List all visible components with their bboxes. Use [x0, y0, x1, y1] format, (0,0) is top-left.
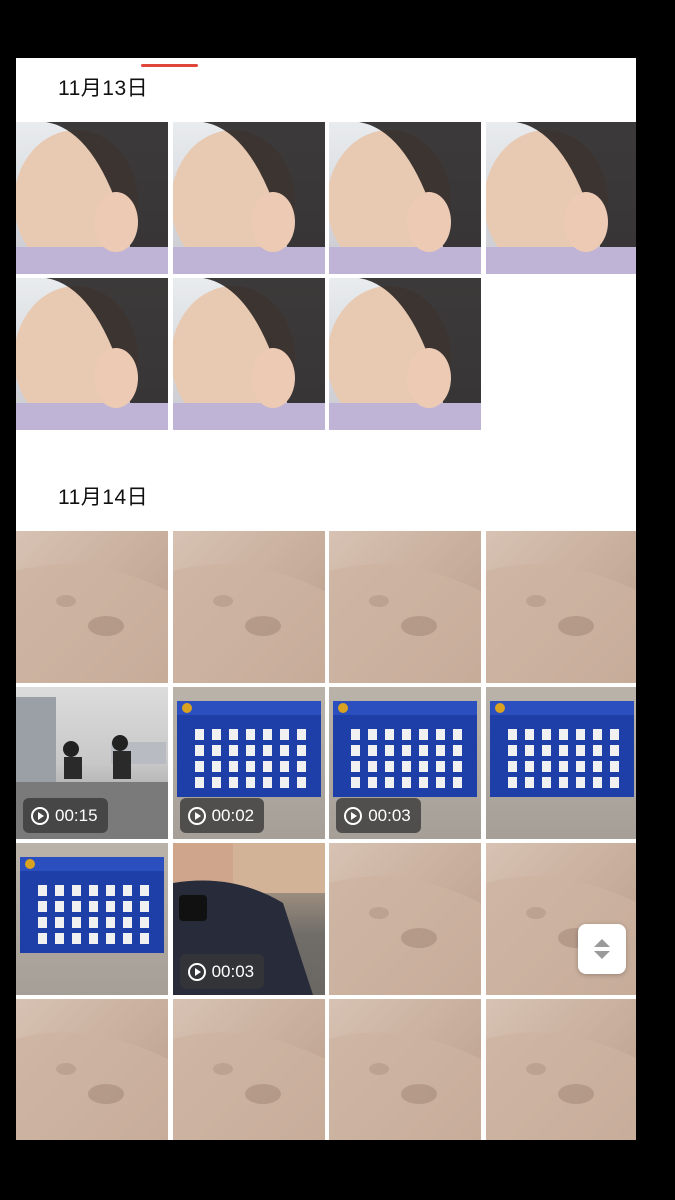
photo-thumbnail[interactable] — [16, 122, 168, 274]
photo-grid-nov-13 — [16, 122, 636, 430]
photo-thumbnail[interactable] — [329, 278, 482, 430]
photo-thumbnail[interactable] — [329, 122, 482, 274]
photo-thumbnail[interactable] — [329, 531, 482, 683]
photo-thumbnail[interactable] — [329, 843, 482, 995]
video-thumbnail[interactable]: 00:02 — [172, 687, 325, 839]
board-thumbnail-art — [489, 701, 634, 797]
selfie-thumbnail-art — [329, 278, 482, 430]
video-duration-text: 00:15 — [55, 805, 98, 825]
selfie-thumbnail-art — [329, 122, 482, 274]
skin-thumbnail-art — [16, 564, 168, 683]
date-header-nov-14: 11月14日 — [58, 486, 149, 509]
photo-thumbnail[interactable] — [16, 843, 168, 995]
gallery-screen: 11月13日 11月14日 00:15 00:02 00:03 00:03 — [16, 58, 636, 1140]
skin-thumbnail-art — [329, 564, 482, 683]
photo-thumbnail[interactable] — [329, 999, 482, 1140]
selfie-thumbnail-art — [172, 278, 325, 430]
video-duration-badge: 00:03 — [179, 954, 265, 989]
photo-thumbnail[interactable] — [172, 122, 325, 274]
selfie-thumbnail-art — [16, 278, 168, 430]
photo-thumbnail[interactable] — [172, 278, 325, 430]
play-circle-icon — [344, 806, 363, 825]
skin-thumbnail-art — [16, 1032, 168, 1140]
photo-thumbnail[interactable] — [172, 999, 325, 1140]
video-duration-badge: 00:03 — [336, 798, 421, 833]
skin-thumbnail-art — [172, 564, 325, 683]
photo-thumbnail[interactable] — [485, 122, 636, 274]
photo-thumbnail[interactable] — [16, 531, 168, 683]
photo-thumbnail[interactable] — [485, 687, 636, 839]
selfie-thumbnail-art — [485, 122, 636, 274]
selfie-thumbnail-art — [172, 122, 325, 274]
play-circle-icon — [187, 806, 206, 825]
video-thumbnail[interactable]: 00:15 — [16, 687, 168, 839]
photo-grid-nov-14: 00:15 00:02 00:03 00:03 — [16, 531, 636, 1140]
photo-thumbnail[interactable] — [485, 999, 636, 1140]
video-duration-text: 00:03 — [368, 805, 411, 825]
photo-thumbnail[interactable] — [172, 531, 325, 683]
skin-thumbnail-art — [172, 1032, 325, 1140]
photo-thumbnail[interactable] — [16, 999, 168, 1140]
scroll-handle[interactable] — [578, 924, 626, 974]
date-header-nov-13: 11月13日 — [58, 77, 149, 100]
chevron-down-icon — [594, 951, 610, 959]
video-duration-text: 00:02 — [211, 805, 255, 825]
video-thumbnail[interactable]: 00:03 — [329, 687, 482, 839]
active-tab-indicator — [141, 64, 198, 67]
chevron-up-icon — [594, 939, 610, 947]
skin-thumbnail-art — [485, 1032, 636, 1140]
photo-thumbnail[interactable] — [485, 531, 636, 683]
video-thumbnail[interactable]: 00:03 — [172, 843, 325, 995]
video-duration-badge: 00:02 — [179, 798, 265, 833]
selfie-thumbnail-art — [16, 122, 168, 274]
skin-thumbnail-art — [329, 1032, 482, 1140]
play-circle-icon — [31, 806, 49, 825]
board-thumbnail-art — [20, 857, 164, 953]
play-circle-icon — [187, 962, 206, 981]
skin-thumbnail-art — [329, 876, 482, 995]
skin-thumbnail-art — [485, 564, 636, 683]
video-duration-text: 00:03 — [211, 961, 255, 981]
video-duration-badge: 00:15 — [23, 798, 108, 833]
photo-thumbnail[interactable] — [16, 278, 168, 430]
